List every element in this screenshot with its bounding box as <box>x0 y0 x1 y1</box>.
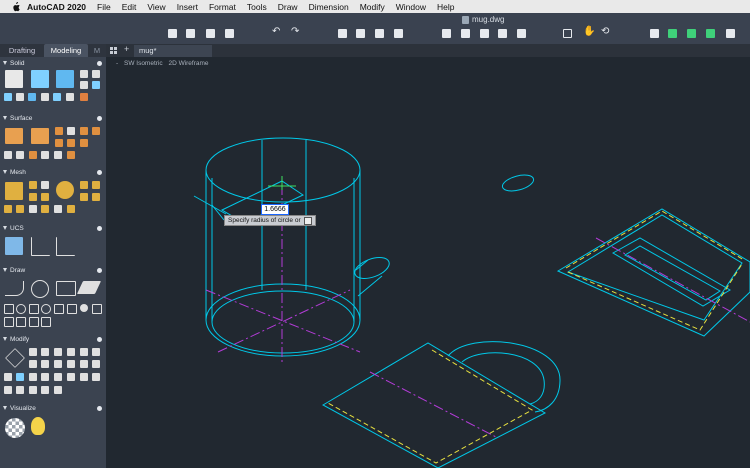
right-outer-rect <box>556 208 750 337</box>
handle-bottom-line <box>357 275 383 297</box>
bottom-hidden-lines <box>327 349 534 464</box>
dynamic-input-field[interactable]: 1.6666 <box>261 204 289 215</box>
bottom-mug-handle-inner <box>461 352 545 405</box>
mug-bottom-ellipse <box>205 283 361 357</box>
handle-top-line <box>355 259 369 271</box>
crosshair-line-2 <box>211 204 225 221</box>
mug-inner-bottom-ellipse <box>211 290 355 354</box>
crosshair-line-1 <box>193 195 227 215</box>
right-handle-inner <box>624 245 721 301</box>
mug-top-ellipse <box>205 137 361 203</box>
command-prompt-text: Specify radius of circle or <box>228 217 301 224</box>
right-hidden-line-2 <box>567 263 743 331</box>
command-prompt-tooltip: Specify radius of circle or <box>224 215 316 226</box>
center-line-4 <box>369 371 499 439</box>
drawing-geometry <box>193 137 750 468</box>
options-dropdown-icon[interactable] <box>303 216 312 225</box>
floating-ellipse <box>501 174 535 192</box>
right-inner-rect <box>566 214 743 321</box>
